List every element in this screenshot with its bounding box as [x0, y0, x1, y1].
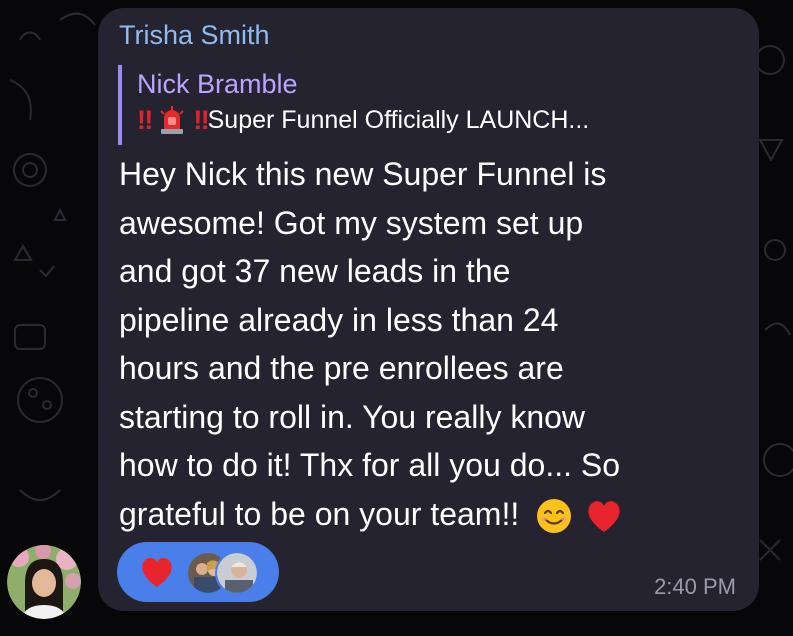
message-line: how to do it! Thx for all you do... So	[119, 447, 621, 483]
reply-preview: ‼ ‼ Super Funnel Officially LAUNCH...	[137, 102, 589, 138]
message-line-last: grateful to be on your team!!	[119, 490, 739, 539]
reaction-pill[interactable]	[117, 542, 279, 602]
double-exclamation-icon: ‼	[193, 105, 209, 135]
message-line: grateful to be on your team!!	[119, 495, 520, 532]
reply-preview-text: Super Funnel Officially LAUNCH...	[207, 106, 590, 134]
message-line: hours and the pre enrollees are	[119, 350, 564, 386]
reply-quote[interactable]: Nick Bramble ‼ ‼ Super Funnel Officially…	[118, 65, 589, 145]
sender-name[interactable]: Trisha Smith	[119, 20, 270, 51]
message-text: Hey Nick this new Super Funnel is awesom…	[119, 150, 739, 538]
reply-author: Nick Bramble	[137, 69, 298, 99]
heart-icon	[142, 557, 172, 588]
red-heart-icon	[588, 501, 620, 533]
smiling-face-icon	[537, 499, 572, 534]
message-line: pipeline already in less than 24	[119, 301, 559, 338]
reactor-avatar	[215, 551, 259, 595]
sender-avatar[interactable]	[7, 545, 81, 619]
double-exclamation-icon: ‼	[137, 105, 153, 135]
message-line: starting to roll in. You really know	[119, 398, 586, 435]
message-line: Hey Nick this new Super Funnel is	[119, 156, 607, 192]
message-timestamp: 2:40 PM	[654, 574, 736, 599]
message-line: and got 37 new leads in the	[119, 253, 511, 289]
message-line: awesome! Got my system set up	[119, 204, 584, 241]
police-light-icon	[160, 106, 185, 134]
message-bubble[interactable]: Trisha Smith Nick Bramble ‼ ‼ Super Funn…	[98, 8, 759, 611]
